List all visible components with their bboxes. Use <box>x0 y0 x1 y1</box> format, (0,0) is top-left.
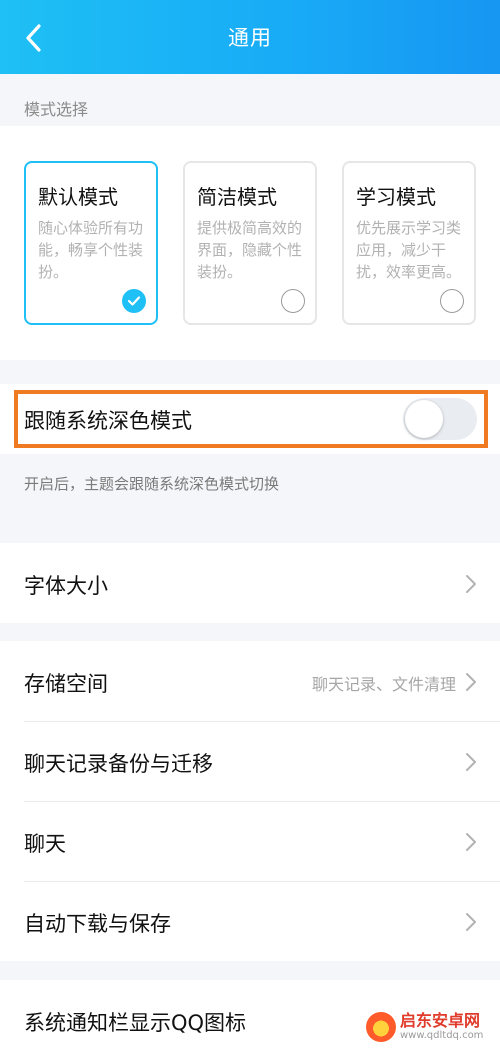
settings-row-auto-download[interactable]: 自动下载与保存 <box>0 881 500 961</box>
highlight-annotation <box>14 390 488 448</box>
watermark-logo-icon <box>366 1012 396 1042</box>
settings-row-font-size[interactable]: 字体大小 <box>0 543 500 623</box>
watermark-name: 启东安卓网 <box>400 1011 481 1030</box>
row-label: 聊天 <box>24 832 66 856</box>
header-bar: 通用 <box>0 0 500 74</box>
mode-panel: 默认模式 随心体验所有功能，畅享个性装扮。 简洁模式 提供极简高效的界面，隐藏个… <box>0 126 500 360</box>
mode-radio[interactable] <box>281 289 305 313</box>
mode-title: 简洁模式 <box>197 185 277 209</box>
dark-mode-hint: 开启后，主题会跟随系统深色模式切换 <box>24 475 280 493</box>
mode-section-label: 模式选择 <box>24 100 89 119</box>
row-label: 聊天记录备份与迁移 <box>24 752 213 776</box>
settings-group: 存储空间 聊天记录、文件清理 聊天记录备份与迁移 聊天 自动下载与保存 <box>0 641 500 961</box>
mode-description: 提供极简高效的界面，隐藏个性装扮。 <box>197 219 303 281</box>
mode-description: 优先展示学习类应用，减少干扰，效率更高。 <box>356 219 462 281</box>
page-title: 通用 <box>228 26 272 50</box>
settings-row-chat[interactable]: 聊天 <box>0 801 500 881</box>
watermark: 启东安卓网 www.qdltdq.com <box>366 1010 498 1044</box>
check-icon <box>127 296 141 306</box>
settings-row-chat-backup[interactable]: 聊天记录备份与迁移 <box>0 721 500 801</box>
mode-card-default[interactable]: 默认模式 随心体验所有功能，畅享个性装扮。 <box>24 161 158 325</box>
chevron-right-icon <box>466 833 476 851</box>
settings-row-storage[interactable]: 存储空间 聊天记录、文件清理 <box>0 641 500 721</box>
mode-radio[interactable] <box>440 289 464 313</box>
row-label: 自动下载与保存 <box>24 912 171 936</box>
mode-radio-checked[interactable] <box>122 289 146 313</box>
chevron-right-icon <box>466 753 476 771</box>
watermark-url: www.qdltdq.com <box>400 1030 484 1041</box>
mode-description: 随心体验所有功能，畅享个性装扮。 <box>38 219 144 281</box>
row-label: 字体大小 <box>24 574 108 598</box>
row-label: 系统通知栏显示QQ图标 <box>24 1011 247 1035</box>
mode-title: 默认模式 <box>38 185 118 209</box>
chevron-right-icon <box>466 913 476 931</box>
mode-card-simple[interactable]: 简洁模式 提供极简高效的界面，隐藏个性装扮。 <box>183 161 317 325</box>
row-label: 存储空间 <box>24 672 108 696</box>
chevron-right-icon <box>466 575 476 593</box>
font-size-group: 字体大小 <box>0 543 500 623</box>
row-value: 聊天记录、文件清理 <box>311 675 456 694</box>
chevron-right-icon <box>466 673 476 691</box>
mode-title: 学习模式 <box>356 185 436 209</box>
mode-card-study[interactable]: 学习模式 优先展示学习类应用，减少干扰，效率更高。 <box>342 161 476 325</box>
